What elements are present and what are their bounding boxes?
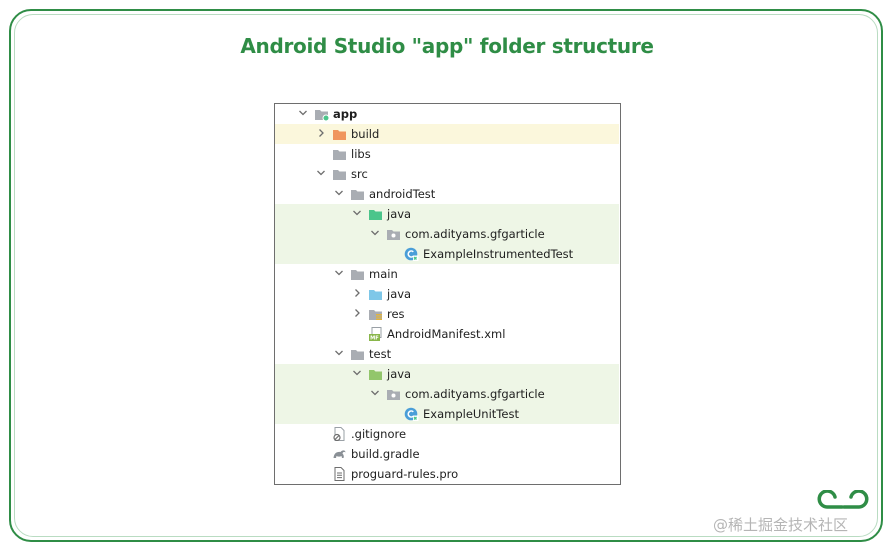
tree-item-label: AndroidManifest.xml [387,327,506,341]
folder-icon [350,267,365,281]
module-folder-icon [314,107,330,122]
tree-row[interactable]: ExampleUnitTest [275,404,619,424]
tree-item-label: ExampleUnitTest [423,407,519,421]
tree-row[interactable]: java [275,364,619,384]
chevron-down-icon[interactable] [369,227,381,239]
tree-row[interactable]: build [275,124,619,144]
svg-text:MF: MF [370,336,379,341]
tree-item-label: java [387,207,412,221]
chevron-right-icon[interactable] [351,307,363,319]
folder-icon [350,187,365,201]
tree-row[interactable]: res [275,304,619,324]
resource-folder-icon [368,307,383,321]
chevron-right-icon[interactable] [351,287,363,299]
tree-row[interactable]: java [275,284,619,304]
folder-icon [332,147,347,161]
tree-item-label: main [369,267,398,281]
project-tree[interactable]: app build libs src androidTest java com.aditya… [274,103,621,485]
chevron-down-icon[interactable] [333,187,345,199]
chevron-down-icon[interactable] [369,387,381,399]
tree-row[interactable]: app [275,104,619,124]
tree-row[interactable]: main [275,264,619,284]
text-file-icon [332,467,347,481]
tree-item-label: build.gradle [351,447,420,461]
tree-row[interactable]: androidTest [275,184,619,204]
tree-item-label: java [387,287,412,301]
tree-row[interactable]: test [275,344,619,364]
tree-item-label: com.adityams.gfgarticle [405,227,545,241]
tree-row[interactable]: proguard-rules.pro [275,464,619,484]
folder-icon [332,167,347,181]
tree-item-label: .gitignore [351,427,407,441]
tree-item-label: src [351,167,368,181]
manifest-file-icon: MF [368,327,383,342]
tree-row[interactable]: MF AndroidManifest.xml [275,324,619,344]
tree-row[interactable]: libs [275,144,619,164]
tree-item-label: res [387,307,405,321]
gradle-file-icon [332,447,347,461]
tree-item-label: test [369,347,392,361]
tree-item-label: androidTest [369,187,436,201]
chevron-down-icon[interactable] [351,367,363,379]
chevron-down-icon[interactable] [333,347,345,359]
tree-row[interactable]: java [275,204,619,224]
excluded-folder-icon [332,127,347,141]
package-icon [386,387,401,401]
chevron-down-icon[interactable] [315,167,327,179]
tree-row[interactable]: ExampleInstrumentedTest [275,244,619,264]
unit-test-folder-icon [368,367,383,381]
gitignore-file-icon [332,427,347,442]
watermark-text: @稀土掘金技术社区 [713,516,849,534]
chevron-down-icon[interactable] [333,267,345,279]
tree-item-label: proguard-rules.pro [351,467,459,481]
tree-row[interactable]: .gitignore [275,424,619,444]
page-title: Android Studio "app" folder structure [240,34,654,58]
tree-item-label: ExampleInstrumentedTest [423,247,574,261]
tree-row[interactable]: com.adityams.gfgarticle [275,384,619,404]
chevron-down-icon[interactable] [351,207,363,219]
tree-item-label: app [333,107,358,121]
tree-item-label: build [351,127,380,141]
package-icon [386,227,401,241]
source-folder-icon [368,287,383,301]
test-source-folder-icon [368,207,383,221]
chevron-down-icon[interactable] [297,107,309,119]
tree-row[interactable]: build.gradle [275,444,619,464]
tree-item-label: java [387,367,412,381]
folder-icon [350,347,365,361]
tree-row[interactable]: src [275,164,619,184]
test-class-icon [404,407,419,421]
tree-item-label: com.adityams.gfgarticle [405,387,545,401]
tree-item-label: libs [351,147,371,161]
tree-row[interactable]: com.adityams.gfgarticle [275,224,619,244]
chevron-right-icon[interactable] [315,127,327,139]
test-class-icon [404,247,419,261]
